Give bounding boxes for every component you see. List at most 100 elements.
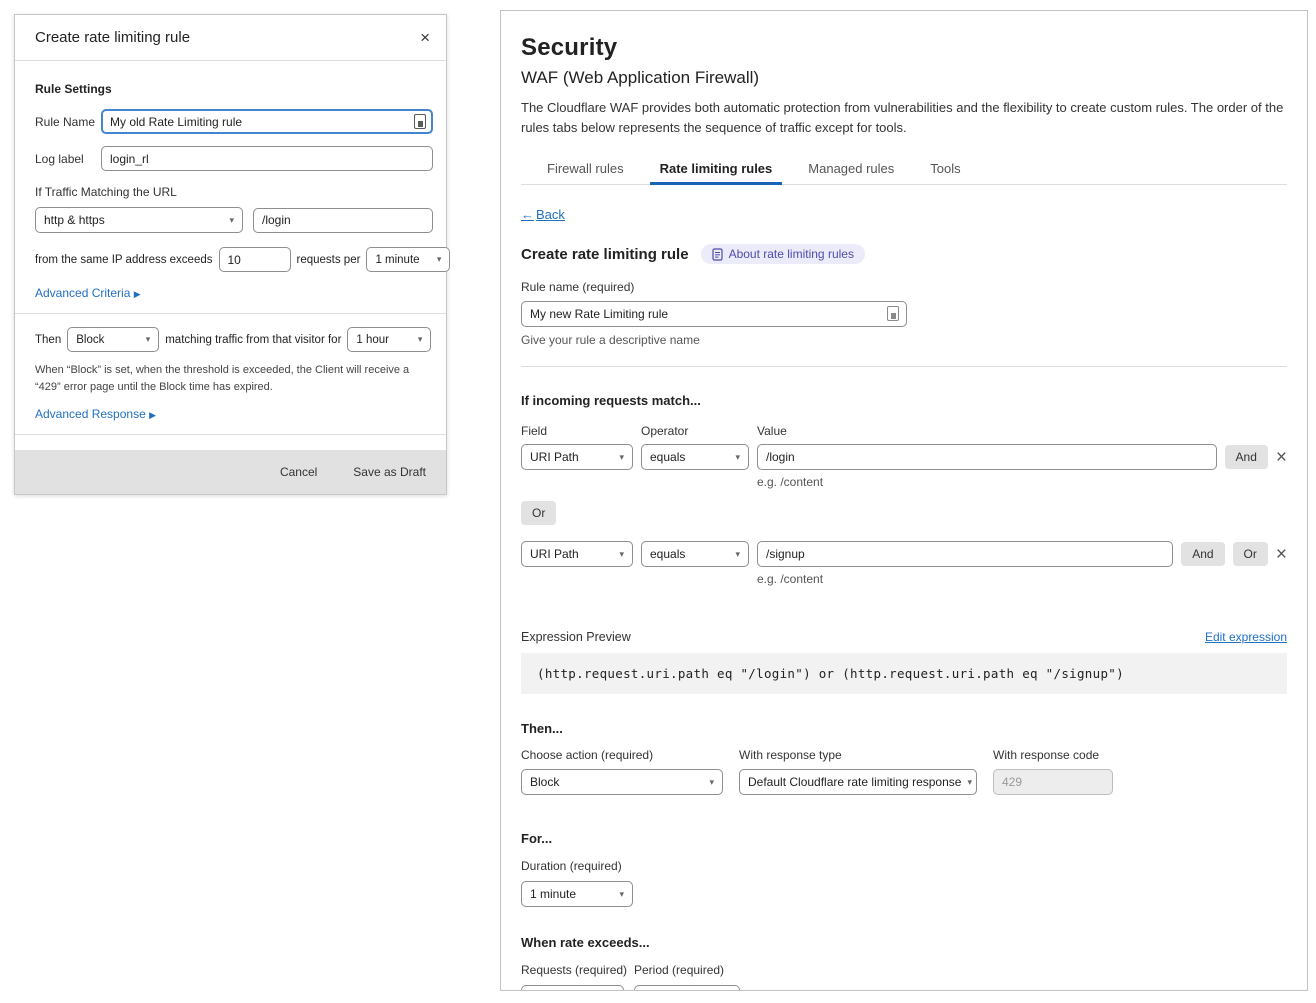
requests-count-input[interactable] [219,247,291,272]
form-title: Create rate limiting rule [521,246,689,263]
then-section-title: Then... [521,721,1287,736]
response-type-select[interactable]: Default Cloudflare rate limiting respons… [739,769,977,795]
operator-select-value: equals [650,450,685,464]
autofill-extension-icon[interactable] [887,306,899,321]
rule-name-label: Rule name (required) [521,280,1287,294]
divider [15,313,446,314]
document-icon [712,248,723,261]
action-select[interactable]: Block ▾ [67,327,159,352]
rule-name-label: Rule Name [35,115,101,129]
duration-select-value: 1 minute [530,887,576,901]
operator-select-value: equals [650,547,685,561]
chevron-down-icon: ▾ [619,452,624,463]
value-helper: e.g. /content [757,572,1287,586]
block-note-text: When “Block” is set, when the threshold … [35,362,410,395]
value-input[interactable] [757,444,1217,470]
save-as-draft-button[interactable]: Save as Draft [353,465,426,479]
field-column-label: Field [521,424,633,438]
triangle-right-icon: ▶ [149,410,156,420]
response-type-value: Default Cloudflare rate limiting respons… [748,775,961,789]
action-select-value: Block [530,775,559,789]
period-label: Period (required) [634,963,724,977]
chevron-down-icon: ▾ [735,452,740,463]
field-select[interactable]: URI Path ▾ [521,541,633,567]
chevron-down-icon: ▾ [437,254,442,265]
period-select[interactable]: 1 minute ▾ [634,985,740,991]
chevron-down-icon: ▾ [146,334,151,345]
arrow-left-icon: ← [521,207,534,222]
value-input[interactable] [757,541,1173,567]
expression-preview-label: Expression Preview [521,630,631,644]
scheme-select[interactable]: http & https ▾ [35,207,243,233]
waf-tabs: Firewall rules Rate limiting rules Manag… [521,155,1287,185]
response-code-label: With response code [993,748,1113,762]
period-select[interactable]: 1 minute ▾ [366,247,450,272]
field-select-value: URI Path [530,450,579,464]
create-rate-limit-dialog: Create rate limiting rule × Rule Setting… [14,14,447,495]
security-waf-panel: Security WAF (Web Application Firewall) … [500,10,1308,991]
dialog-body: Rule Settings Rule Name Log label If Tra… [15,61,446,464]
rate-section-title: When rate exceeds... [521,935,1287,950]
chevron-down-icon: ▾ [619,549,624,560]
response-type-label: With response type [739,748,977,762]
traffic-match-label: If Traffic Matching the URL [35,185,433,199]
requests-input[interactable] [521,985,624,991]
field-select-value: URI Path [530,547,579,561]
operator-select[interactable]: equals ▾ [641,444,749,470]
and-button[interactable]: And [1225,445,1268,469]
dialog-footer: Cancel Save as Draft [15,450,446,494]
rule-name-input[interactable] [101,109,433,134]
then-label: Then [35,334,61,346]
value-helper: e.g. /content [757,475,1287,489]
field-select[interactable]: URI Path ▾ [521,444,633,470]
autofill-extension-icon[interactable] [414,114,426,129]
url-input[interactable] [253,208,433,233]
remove-condition-icon[interactable]: × [1276,448,1287,467]
advanced-response-link[interactable]: Advanced Response ▶ [35,407,156,421]
about-rate-limiting-badge[interactable]: About rate limiting rules [701,244,865,264]
operator-select[interactable]: equals ▾ [641,541,749,567]
back-link-label: Back [536,207,565,222]
for-section-title: For... [521,831,1287,846]
rule-name-helper: Give your rule a descriptive name [521,333,1287,347]
back-link[interactable]: ← Back [521,207,565,222]
rule-name-input[interactable] [521,301,907,327]
and-button[interactable]: And [1181,542,1224,566]
expression-preview-value: (http.request.uri.path eq "/login") or (… [521,653,1287,694]
match-section-title: If incoming requests match... [521,393,1287,408]
ban-duration-select[interactable]: 1 hour ▾ [347,327,431,352]
period-select-value: 1 minute [375,254,419,266]
dialog-title: Create rate limiting rule [35,29,190,46]
tab-rate-limiting-rules[interactable]: Rate limiting rules [658,155,775,184]
chevron-down-icon: ▾ [619,889,624,900]
chevron-down-icon: ▾ [418,334,423,345]
triangle-right-icon: ▶ [134,289,141,299]
operator-column-label: Operator [641,424,749,438]
page-subtitle: WAF (Web Application Firewall) [521,68,1287,88]
cancel-button[interactable]: Cancel [280,465,317,479]
or-button[interactable]: Or [1233,542,1268,566]
remove-condition-icon[interactable]: × [1276,545,1287,564]
edit-expression-link[interactable]: Edit expression [1205,630,1287,644]
page-description: The Cloudflare WAF provides both automat… [521,98,1287,137]
advanced-criteria-link[interactable]: Advanced Criteria ▶ [35,286,141,300]
tab-firewall-rules[interactable]: Firewall rules [545,155,626,184]
action-select-value: Block [76,334,104,346]
exceeds-prefix-text: from the same IP address exceeds [35,254,213,266]
close-icon[interactable]: × [420,28,430,48]
value-column-label: Value [757,424,787,438]
log-label-input[interactable] [101,146,433,171]
ban-duration-value: 1 hour [356,334,389,346]
chevron-down-icon: ▾ [735,549,740,560]
tab-tools[interactable]: Tools [928,155,962,184]
divider [521,366,1287,367]
or-button[interactable]: Or [521,501,556,525]
tab-managed-rules[interactable]: Managed rules [806,155,896,184]
chevron-down-icon: ▾ [229,215,234,226]
advanced-criteria-label: Advanced Criteria [35,286,130,300]
duration-select[interactable]: 1 minute ▾ [521,881,633,907]
page-title: Security [521,34,1287,62]
action-select[interactable]: Block ▾ [521,769,723,795]
scheme-select-value: http & https [44,213,105,227]
log-label-label: Log label [35,152,101,166]
